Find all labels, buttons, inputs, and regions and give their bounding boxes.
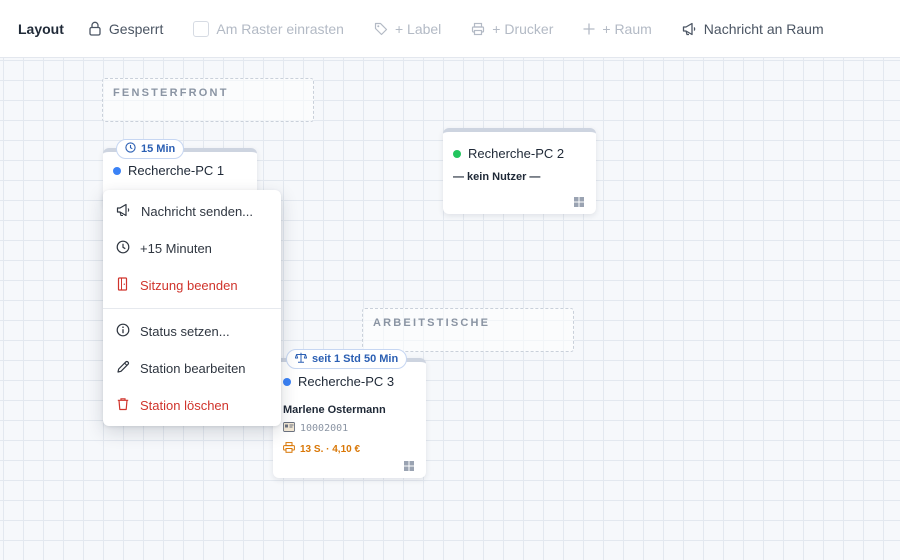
menu-end-session[interactable]: Sitzung beenden bbox=[103, 267, 281, 304]
plus-icon bbox=[583, 23, 595, 35]
station-context-menu: Nachricht senden... +15 Minuten Sitzung … bbox=[103, 190, 281, 426]
menu-send-message[interactable]: Nachricht senden... bbox=[103, 193, 281, 230]
menu-label: Station bearbeiten bbox=[140, 361, 246, 376]
zone-fensterfront[interactable]: FENSTERFRONT bbox=[102, 78, 314, 122]
menu-add-minutes[interactable]: +15 Minuten bbox=[103, 230, 281, 267]
clock-icon bbox=[116, 240, 130, 257]
add-room-text: + Raum bbox=[602, 20, 652, 37]
snap-label: Am Raster einrasten bbox=[216, 20, 344, 37]
station-card-pc2[interactable]: Recherche-PC 2 — kein Nutzer — bbox=[443, 128, 596, 214]
card-id: 10002001 bbox=[300, 422, 349, 434]
megaphone-icon bbox=[682, 22, 697, 36]
menu-label: Nachricht senden... bbox=[141, 204, 254, 219]
lock-label: Gesperrt bbox=[108, 20, 164, 37]
station-name: Recherche-PC 2 bbox=[468, 146, 565, 161]
menu-set-status[interactable]: Status setzen... bbox=[103, 313, 281, 350]
message-room-text: Nachricht an Raum bbox=[703, 20, 824, 37]
toolbar: Layout Gesperrt Am Raster einrasten + La… bbox=[0, 0, 900, 58]
add-room-button[interactable]: + Raum bbox=[583, 20, 652, 37]
print-info-row: 13 S. · 4,10 € bbox=[273, 437, 426, 458]
print-info: 13 S. · 4,10 € bbox=[300, 443, 361, 455]
station-user: — kein Nutzer — bbox=[453, 171, 541, 183]
megaphone-icon bbox=[116, 203, 131, 220]
station-card-pc3[interactable]: Recherche-PC 3 Marlene Ostermann 1000200… bbox=[273, 358, 426, 478]
printer-icon bbox=[283, 440, 295, 458]
message-room-button[interactable]: Nachricht an Raum bbox=[682, 21, 824, 37]
add-label-text: + Label bbox=[394, 20, 442, 37]
badge-text: seit 1 Std 50 Min bbox=[312, 353, 399, 365]
menu-divider bbox=[103, 308, 281, 309]
status-dot bbox=[283, 377, 291, 386]
windows-icon bbox=[404, 458, 414, 476]
zone-label: FENSTERFRONT bbox=[113, 87, 229, 99]
trash-icon bbox=[116, 397, 130, 414]
badge-text: 15 Min bbox=[141, 143, 176, 155]
add-label-button[interactable]: + Label bbox=[374, 21, 441, 37]
toolbar-title: Layout bbox=[18, 20, 64, 37]
id-card-icon bbox=[283, 419, 295, 437]
menu-label: Status setzen... bbox=[140, 324, 230, 339]
station-name: Recherche-PC 1 bbox=[128, 163, 225, 178]
lock-toggle-button[interactable]: Gesperrt bbox=[88, 21, 163, 37]
door-exit-icon bbox=[116, 277, 130, 294]
zone-label: ARBEITSTISCHE bbox=[373, 317, 491, 329]
lock-icon bbox=[88, 21, 102, 36]
menu-label: Station löschen bbox=[140, 398, 229, 413]
menu-label: +15 Minuten bbox=[140, 241, 212, 256]
info-icon bbox=[116, 323, 130, 340]
menu-delete-station[interactable]: Station löschen bbox=[103, 387, 281, 424]
station-user: Marlene Ostermann bbox=[283, 404, 386, 416]
station-name: Recherche-PC 3 bbox=[298, 374, 395, 389]
pencil-icon bbox=[116, 360, 130, 377]
printer-icon bbox=[471, 22, 485, 36]
windows-icon bbox=[574, 194, 584, 212]
session-duration-badge: seit 1 Std 50 Min bbox=[286, 349, 408, 369]
add-printer-button[interactable]: + Drucker bbox=[471, 21, 553, 37]
session-timer-badge: 15 Min bbox=[116, 139, 185, 159]
card-id-row: 10002001 bbox=[273, 416, 426, 437]
menu-edit-station[interactable]: Station bearbeiten bbox=[103, 350, 281, 387]
menu-label: Sitzung beenden bbox=[140, 278, 238, 293]
tag-icon bbox=[374, 22, 388, 36]
status-dot bbox=[113, 166, 121, 175]
add-printer-text: + Drucker bbox=[492, 20, 554, 37]
status-dot bbox=[453, 149, 461, 158]
scale-icon bbox=[294, 352, 308, 366]
checkbox-icon bbox=[193, 20, 210, 37]
snap-to-grid-checkbox[interactable]: Am Raster einrasten bbox=[193, 20, 344, 37]
clock-icon bbox=[125, 142, 136, 156]
zone-arbeitstische[interactable]: ARBEITSTISCHE bbox=[362, 308, 574, 352]
